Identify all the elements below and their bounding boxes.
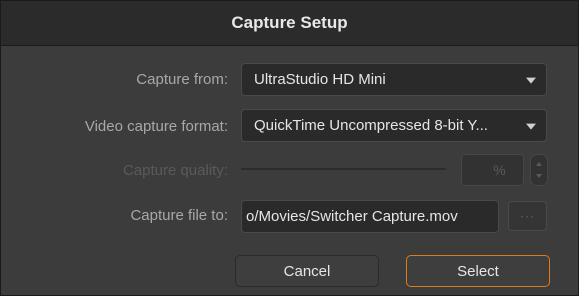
capture-setup-dialog: Capture Setup Capture from: UltraStudio … bbox=[0, 0, 579, 296]
browse-button[interactable]: ··· bbox=[508, 201, 547, 231]
select-button[interactable]: Select bbox=[406, 255, 550, 287]
capture-quality-stepper bbox=[530, 154, 548, 186]
video-format-dropdown[interactable]: QuickTime Uncompressed 8-bit Y... bbox=[241, 109, 547, 142]
quality-unit: % bbox=[493, 162, 506, 178]
cancel-button-label: Cancel bbox=[283, 262, 331, 280]
capture-from-label: Capture from: bbox=[136, 71, 228, 88]
capture-quality-slider bbox=[241, 168, 446, 170]
video-format-value: QuickTime Uncompressed 8-bit Y... bbox=[254, 117, 488, 134]
cancel-button[interactable]: Cancel bbox=[235, 255, 379, 287]
capture-from-value: UltraStudio HD Mini bbox=[254, 71, 386, 88]
capture-quality-percent-field: % bbox=[461, 154, 524, 186]
chevron-down-icon bbox=[526, 123, 536, 130]
stepper-up-icon bbox=[536, 162, 542, 166]
capture-quality-label: Capture quality: bbox=[122, 162, 228, 179]
dialog-title: Capture Setup bbox=[231, 13, 348, 32]
title-bar: Capture Setup bbox=[1, 1, 578, 46]
video-format-label: Video capture format: bbox=[84, 118, 228, 135]
capture-file-path-field[interactable]: o/Movies/Switcher Capture.mov bbox=[241, 200, 499, 233]
chevron-down-icon bbox=[526, 77, 536, 84]
ellipsis-icon: ··· bbox=[520, 209, 535, 223]
capture-file-path-value: o/Movies/Switcher Capture.mov bbox=[246, 208, 458, 225]
stepper-down-icon bbox=[536, 174, 542, 178]
capture-file-label: Capture file to: bbox=[130, 207, 228, 224]
select-button-label: Select bbox=[457, 262, 499, 280]
capture-from-dropdown[interactable]: UltraStudio HD Mini bbox=[241, 63, 547, 96]
